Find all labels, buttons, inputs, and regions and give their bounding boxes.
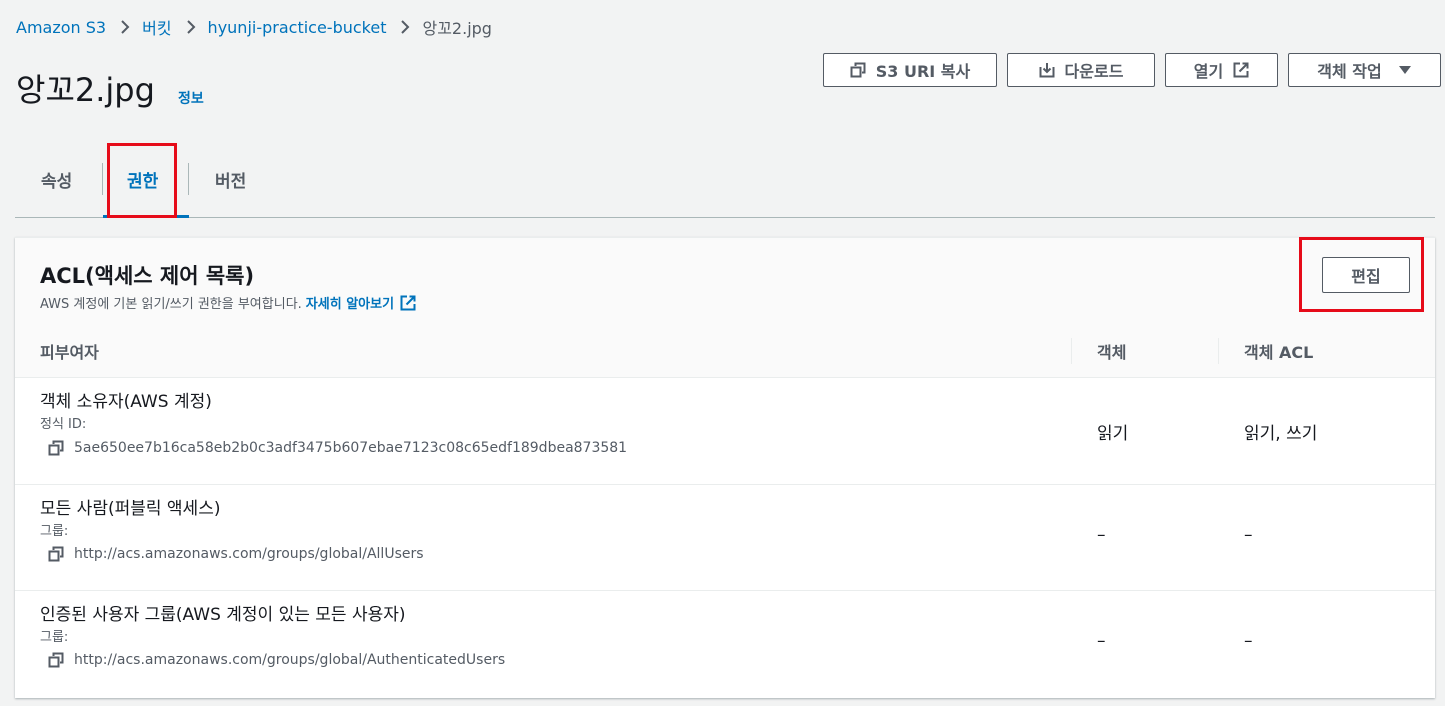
grantee-name: 모든 사람(퍼블릭 액세스) (40, 499, 221, 519)
object-permission: 읽기 (1097, 424, 1129, 444)
tab-bar: 속성 권한 버전 (15, 141, 1435, 218)
copy-s3-uri-label: S3 URI 복사 (875, 62, 971, 81)
column-header-grantee: 피부여자 (40, 342, 99, 362)
open-button[interactable]: 열기 (1165, 53, 1278, 87)
open-label: 열기 (1193, 62, 1224, 81)
tab-divider (188, 163, 189, 195)
grantee-id: http://acs.amazonaws.com/groups/global/A… (48, 652, 505, 668)
table-row: 인증된 사용자 그룹(AWS 계정이 있는 모든 사용자) 그룹: http:/… (15, 591, 1435, 697)
object-acl-permission: 읽기, 쓰기 (1244, 424, 1318, 444)
grantee-name: 객체 소유자(AWS 계정) (40, 392, 212, 412)
grantee-name: 인증된 사용자 그룹(AWS 계정이 있는 모든 사용자) (40, 605, 406, 625)
object-actions-label: 객체 작업 (1317, 62, 1382, 81)
acl-description-line: AWS 계정에 기본 읽기/쓰기 권한을 부여합니다. 자세히 알아보기 (40, 293, 416, 312)
tab-versions[interactable]: 버전 (215, 141, 246, 217)
caret-down-icon (1398, 65, 1412, 75)
tab-divider (102, 163, 103, 195)
grantee-id-value: 5ae650ee7b16ca58eb2b0c3adf3475b607ebae71… (74, 440, 628, 456)
table-row: 모든 사람(퍼블릭 액세스) 그룹: http://acs.amazonaws.… (15, 485, 1435, 591)
grantee-id-value: http://acs.amazonaws.com/groups/global/A… (74, 546, 424, 562)
acl-panel-header: ACL(액세스 제어 목록) AWS 계정에 기본 읽기/쓰기 권한을 부여합니… (15, 238, 1435, 324)
grantee-id-label: 그룹: (40, 524, 69, 539)
copy-icon[interactable] (48, 440, 64, 456)
copy-s3-uri-button[interactable]: S3 URI 복사 (823, 53, 997, 87)
download-button[interactable]: 다운로드 (1007, 53, 1155, 87)
breadcrumb-bucket-name[interactable]: hyunji-practice-bucket (208, 18, 387, 37)
object-acl-permission: – (1244, 631, 1253, 651)
table-row: 객체 소유자(AWS 계정) 정식 ID: 5ae650ee7b16ca58eb… (15, 378, 1435, 485)
acl-title: ACL(액세스 제어 목록) (40, 264, 255, 288)
column-divider (1218, 338, 1219, 364)
tab-properties[interactable]: 속성 (41, 141, 72, 217)
breadcrumb: Amazon S3 버킷 hyunji-practice-bucket 앙꼬2.… (16, 15, 492, 39)
object-actions-button[interactable]: 객체 작업 (1288, 53, 1441, 87)
highlight-box-edit-button (1299, 237, 1424, 312)
grantee-id-value: http://acs.amazonaws.com/groups/global/A… (74, 652, 506, 668)
object-permission: – (1097, 525, 1106, 545)
object-acl-permission: – (1244, 525, 1253, 545)
acl-panel: ACL(액세스 제어 목록) AWS 계정에 기본 읽기/쓰기 권한을 부여합니… (15, 237, 1435, 698)
page-title: 앙꼬2.jpg (16, 71, 155, 109)
external-link-icon (394, 295, 416, 311)
highlight-box-permissions-tab (107, 143, 177, 218)
info-link[interactable]: 정보 (178, 88, 204, 108)
acl-description: AWS 계정에 기본 읽기/쓰기 권한을 부여합니다. (40, 297, 302, 312)
copy-icon[interactable] (48, 652, 64, 668)
learn-more-label: 자세히 알아보기 (305, 297, 395, 312)
breadcrumb-amazon-s3[interactable]: Amazon S3 (16, 18, 106, 37)
download-icon (1039, 62, 1055, 78)
breadcrumb-buckets[interactable]: 버킷 (142, 15, 171, 39)
learn-more-link[interactable]: 자세히 알아보기 (306, 293, 416, 312)
chevron-right-icon (400, 20, 410, 34)
external-link-icon (1233, 62, 1249, 78)
download-label: 다운로드 (1064, 62, 1124, 81)
breadcrumb-current: 앙꼬2.jpg (422, 19, 492, 38)
column-header-object: 객체 (1097, 342, 1127, 362)
grantee-id: 5ae650ee7b16ca58eb2b0c3adf3475b607ebae71… (48, 440, 627, 456)
chevron-right-icon (186, 20, 196, 34)
column-header-object-acl: 객체 ACL (1244, 342, 1314, 362)
table-header: 피부여자 객체 객체 ACL (15, 324, 1435, 378)
grantee-id-label: 그룹: (40, 630, 69, 645)
chevron-right-icon (120, 20, 130, 34)
copy-icon (850, 62, 866, 78)
object-permission: – (1097, 631, 1106, 651)
column-divider (1071, 338, 1072, 364)
grantee-id-label: 정식 ID: (40, 417, 87, 432)
copy-icon[interactable] (48, 546, 64, 562)
grantee-id: http://acs.amazonaws.com/groups/global/A… (48, 546, 424, 562)
